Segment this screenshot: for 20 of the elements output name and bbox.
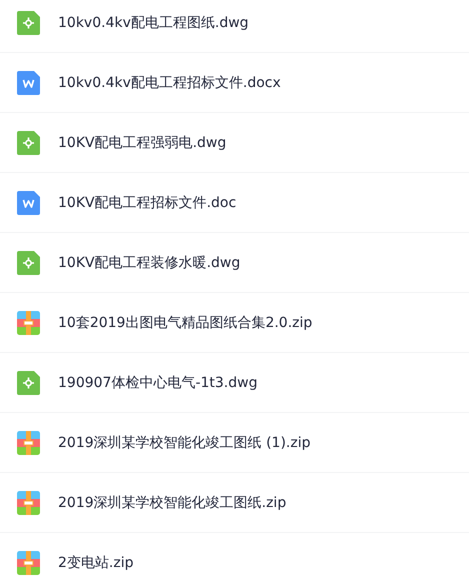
file-name[interactable]: 10kv0.4kv配电工程图纸.dwg xyxy=(58,14,249,32)
file-name[interactable]: 10kv0.4kv配电工程招标文件.docx xyxy=(58,74,281,92)
file-name[interactable]: 190907体检中心电气-1t3.dwg xyxy=(58,374,258,392)
file-name[interactable]: 2变电站.zip xyxy=(58,554,134,572)
cad-file-icon xyxy=(17,250,40,274)
file-name[interactable]: 10KV配电工程装修水暖.dwg xyxy=(58,254,240,272)
archive-icon xyxy=(17,430,40,454)
archive-icon xyxy=(17,310,40,334)
word-document-icon xyxy=(17,70,40,94)
file-name[interactable]: 10套2019出图电气精品图纸合集2.0.zip xyxy=(58,314,312,332)
word-document-icon xyxy=(17,190,40,214)
file-name[interactable]: 10KV配电工程强弱电.dwg xyxy=(58,134,226,152)
archive-icon xyxy=(17,490,40,514)
cad-file-icon xyxy=(17,370,40,394)
cad-file-icon xyxy=(17,10,40,34)
file-name[interactable]: 2019深圳某学校智能化竣工图纸.zip xyxy=(58,494,286,512)
archive-icon xyxy=(17,550,40,574)
cad-file-icon xyxy=(17,130,40,154)
file-name[interactable]: 2019深圳某学校智能化竣工图纸 (1).zip xyxy=(58,434,310,452)
file-name[interactable]: 10KV配电工程招标文件.doc xyxy=(58,194,236,212)
